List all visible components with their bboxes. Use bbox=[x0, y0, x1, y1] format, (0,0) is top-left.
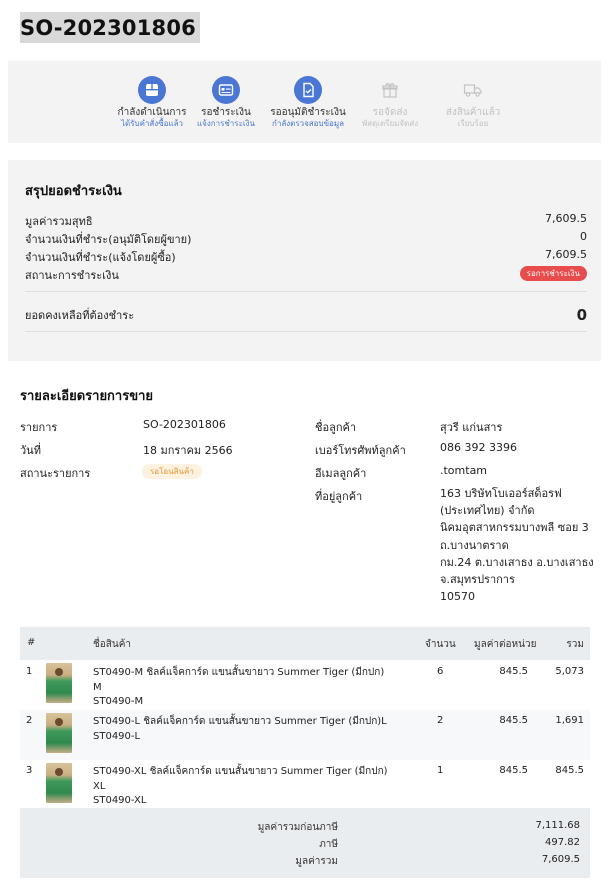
customer-email-value: .tomtam bbox=[440, 464, 488, 477]
address-line: 10570 bbox=[440, 590, 475, 604]
address-line: นิคมอุตสาหกรรมบางพลี ซอย 3 bbox=[440, 521, 589, 535]
customer-name-label: ชื่อลูกค้า bbox=[315, 421, 357, 434]
subtotal-value: 7,111.68 bbox=[535, 820, 580, 831]
table-row[interactable]: 1 ST0490-M ชิลค์แจ็คการ์ด แขนสั้นขายาว S… bbox=[20, 660, 590, 710]
address-line: 163 บริษัทโบเออร์สด็อรฟ bbox=[440, 487, 562, 500]
customer-email-label: อีเมลลูกค้า bbox=[315, 467, 367, 480]
product-thumbnail bbox=[46, 763, 72, 803]
product-title: ST0490-M ชิลค์แจ็คการ์ด แขนสั้นขายาว Sum… bbox=[93, 667, 385, 693]
item-label: รายการ bbox=[20, 421, 58, 434]
col-total-header: รวม bbox=[566, 639, 584, 650]
step-shipped: ส่งสินค้าแล้ว เรียบร้อย bbox=[423, 76, 523, 129]
customer-phone-value: 086 392 3396 bbox=[440, 441, 517, 454]
product-title: ST0490-XL ชิลค์แจ็คการ์ด แขนสั้นขายาว Su… bbox=[93, 766, 388, 792]
product-sku: ST0490-L bbox=[93, 730, 141, 742]
payment-summary-panel: สรุปยอดชำระเงิน มูลค่ารวมสุทธิ 7,609.5 จ… bbox=[8, 160, 601, 361]
sale-details-title: รายละเอียดรายการขาย bbox=[20, 389, 154, 404]
table-row[interactable]: 2 ST0490-L ชิลค์แจ็คการ์ด แขนสั้นขายาว S… bbox=[20, 710, 590, 760]
balance-value: 0 bbox=[576, 306, 587, 324]
product-thumbnail bbox=[46, 713, 72, 753]
order-status-label: สถานะรายการ bbox=[20, 467, 91, 480]
subtotal-label: มูลค่ารวมก่อนภาษี bbox=[257, 822, 338, 833]
payment-status-label: สถานะการชำระเงิน bbox=[25, 269, 119, 282]
table-header: # ชื่อสินค้า จำนวน มูลค่าต่อหน่วย รวม bbox=[20, 627, 590, 660]
date-label: วันที่ bbox=[20, 444, 41, 457]
paid-seller-row: จำนวนเงินที่ชำระ(อนุมัติโดยผู้ขาย) 0 bbox=[25, 230, 587, 246]
row-unit-price: 845.5 bbox=[499, 765, 528, 776]
product-sku: ST0490-M bbox=[93, 696, 144, 707]
grand-total-value: 7,609.5 bbox=[541, 854, 580, 865]
product-sku: ST0490-XL bbox=[93, 795, 147, 806]
row-unit-price: 845.5 bbox=[499, 715, 528, 726]
step-label: ส่งสินค้าแล้ว bbox=[445, 107, 501, 118]
address-line: ถ.บางนาตราด bbox=[440, 538, 509, 552]
paid-buyer-label: จำนวนเงินที่ชำระ(แจ้งโดยผู้ซื้อ) bbox=[25, 251, 176, 264]
address-line: จ.สมุทรปราการ bbox=[440, 573, 515, 587]
box-icon bbox=[138, 76, 166, 104]
payment-card-icon bbox=[212, 76, 240, 104]
address-line: กม.24 ต.บางเสาธง อ.บางเสาธง bbox=[440, 555, 594, 569]
product-name: ST0490-L ชิลค์แจ็คการ์ด แขนสั้นขายาว Sum… bbox=[93, 715, 393, 744]
row-index: 2 bbox=[26, 715, 33, 726]
item-value: SO-202301806 bbox=[143, 418, 226, 431]
grand-total-label: มูลค่ารวม bbox=[295, 856, 338, 867]
paid-seller-value: 0 bbox=[580, 230, 587, 243]
paid-seller-label: จำนวนเงินที่ชำระ(อนุมัติโดยผู้ขาย) bbox=[25, 233, 192, 246]
order-title: SO-202301806 bbox=[20, 12, 200, 43]
net-total-label: มูลค่ารวมสุทธิ bbox=[25, 215, 93, 228]
product-title: ST0490-L ชิลค์แจ็คการ์ด แขนสั้นขายาว Sum… bbox=[93, 716, 387, 727]
col-index-header: # bbox=[27, 637, 36, 648]
row-total: 845.5 bbox=[555, 765, 584, 776]
address-line: (ประเทศไทย) จำกัด bbox=[440, 504, 535, 518]
row-index: 3 bbox=[26, 765, 33, 776]
paid-buyer-value: 7,609.5 bbox=[545, 248, 587, 261]
row-index: 1 bbox=[26, 666, 33, 677]
customer-name-value: สุวรี แก่นสาร bbox=[440, 421, 503, 434]
payment-status-badge: รอการชำระเงิน bbox=[519, 266, 587, 281]
document-check-icon bbox=[294, 76, 322, 104]
divider bbox=[25, 291, 587, 292]
date-value: 18 มกราคม 2566 bbox=[143, 444, 233, 457]
tax-label: ภาษี bbox=[319, 839, 338, 850]
tax-value: 497.82 bbox=[545, 837, 580, 848]
product-name: ST0490-XL ชิลค์แจ็คการ์ด แขนสั้นขายาว Su… bbox=[93, 765, 393, 809]
gift-box-icon bbox=[376, 76, 404, 104]
customer-phone-label: เบอร์โทรศัพท์ลูกค้า bbox=[315, 444, 406, 457]
product-thumbnail bbox=[46, 663, 72, 703]
payment-summary-title: สรุปยอดชำระเงิน bbox=[25, 184, 122, 199]
paid-buyer-row: จำนวนเงินที่ชำระ(แจ้งโดยผู้ซื้อ) 7,609.5 bbox=[25, 248, 587, 264]
col-unit-price-header: มูลค่าต่อหน่วย bbox=[474, 639, 537, 650]
table-row[interactable]: 3 ST0490-XL ชิลค์แจ็คการ์ด แขนสั้นขายาว … bbox=[20, 760, 590, 810]
row-total: 5,073 bbox=[555, 666, 584, 677]
delivery-truck-icon bbox=[459, 76, 487, 104]
step-sublabel: เรียบร้อย bbox=[457, 119, 489, 128]
net-total-value: 7,609.5 bbox=[545, 212, 587, 225]
order-progress-steps: กำลังดำเนินการ ได้รับคำสั่งซื้อแล้ว รอชำ… bbox=[8, 61, 601, 143]
customer-address-label: ที่อยู่ลูกค้า bbox=[315, 490, 363, 503]
row-qty: 1 bbox=[437, 765, 444, 776]
row-total: 1,691 bbox=[555, 715, 584, 726]
payment-status-row: สถานะการชำระเงิน รอการชำระเงิน bbox=[25, 266, 587, 282]
order-totals: มูลค่ารวมก่อนภาษี 7,111.68 ภาษี 497.82 ม… bbox=[20, 808, 590, 878]
row-qty: 6 bbox=[437, 666, 444, 677]
order-status-badge: รอโอนสินค้า bbox=[142, 464, 202, 479]
divider bbox=[25, 331, 587, 332]
balance-label: ยอดคงเหลือที่ต้องชำระ bbox=[25, 309, 135, 322]
col-qty-header: จำนวน bbox=[425, 639, 456, 650]
row-qty: 2 bbox=[437, 715, 444, 726]
product-name: ST0490-M ชิลค์แจ็คการ์ด แขนสั้นขายาว Sum… bbox=[93, 666, 393, 710]
row-unit-price: 845.5 bbox=[499, 666, 528, 677]
net-total-row: มูลค่ารวมสุทธิ 7,609.5 bbox=[25, 212, 587, 228]
col-name-header: ชื่อสินค้า bbox=[93, 639, 132, 650]
customer-address-value: 163 บริษัทโบเออร์สด็อรฟ (ประเทศไทย) จำกั… bbox=[440, 485, 600, 605]
